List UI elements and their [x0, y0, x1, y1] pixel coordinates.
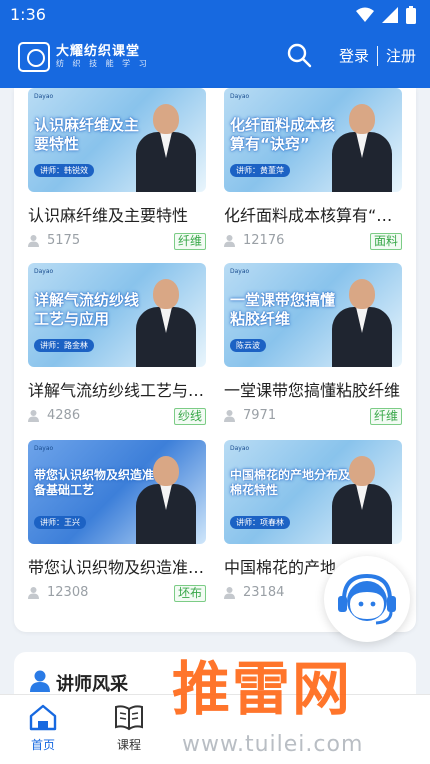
app-header: 大耀纺织课堂 纺 织 技 能 学 习 登录 注册 [0, 30, 430, 88]
user-icon [224, 234, 235, 247]
app-title: 大耀纺织课堂 [56, 44, 141, 60]
app-subtitle: 纺 织 技 能 学 习 [56, 58, 150, 68]
view-count: 4286 [28, 408, 80, 423]
course-thumbnail[interactable]: Dayao 化纤面料成本核算有“诀窍” 讲师：黄董萍 [224, 88, 402, 192]
course-card[interactable]: Dayao 一堂课带您搞懂粘胶纤维 陈云波 一堂课带您搞懂粘胶纤维 7971 纤… [224, 263, 402, 425]
course-title[interactable]: 详解气流纺纱线工艺与应用 [28, 377, 206, 401]
view-count: 7971 [224, 408, 276, 423]
course-card[interactable]: Dayao 详解气流纺纱线工艺与应用 讲师：路金林 详解气流纺纱线工艺与应用 4… [28, 263, 206, 425]
view-count: 23184 [224, 585, 284, 600]
nav-home[interactable]: 首页 [8, 703, 78, 753]
system-icons [356, 6, 416, 24]
thumb-brand: Dayao [230, 445, 250, 452]
lecturer-photo [332, 273, 392, 367]
thumb-brand: Dayao [34, 445, 54, 452]
course-thumbnail[interactable]: Dayao 详解气流纺纱线工艺与应用 讲师：路金林 [28, 263, 206, 367]
thumb-brand: Dayao [230, 268, 250, 275]
thumb-lecturer: 讲师：路金林 [34, 339, 94, 352]
lecturer-photo [136, 98, 196, 192]
status-bar: 1:36 [0, 0, 430, 30]
course-card[interactable]: Dayao 中国棉花的产地分布及棉花特性 讲师：项春林 中国棉花的产地分布及棉花… [224, 440, 402, 600]
course-title[interactable]: 带您认识织物及织造准备基础工艺 [28, 554, 206, 578]
course-thumbnail[interactable]: Dayao 中国棉花的产地分布及棉花特性 讲师：项春林 [224, 440, 402, 544]
lecturer-photo [332, 98, 392, 192]
category-tag: 坯布 [173, 585, 206, 602]
lecturer-icon [30, 670, 50, 692]
view-count: 12308 [28, 585, 88, 600]
home-icon [29, 704, 57, 731]
thumb-title: 认识麻纤维及主要特性 [34, 116, 140, 153]
customer-service-button[interactable] [324, 556, 410, 642]
course-thumbnail[interactable]: Dayao 一堂课带您搞懂粘胶纤维 陈云波 [224, 263, 402, 367]
course-thumbnail[interactable]: Dayao 带您认识织物及织造准备基础工艺 讲师：王兴 [28, 440, 206, 544]
course-title[interactable]: 认识麻纤维及主要特性 [28, 202, 206, 226]
login-button[interactable]: 登录 [339, 45, 369, 66]
lecturer-photo [136, 450, 196, 544]
category-tag: 纤维 [369, 408, 402, 425]
thumb-lecturer: 讲师：王兴 [34, 516, 86, 529]
course-list: Dayao 认识麻纤维及主要特性 讲师：韩锐效 认识麻纤维及主要特性 5175 … [14, 88, 416, 632]
nav-course[interactable]: 课程 [94, 703, 164, 753]
user-icon [28, 234, 39, 247]
lecturer-photo [332, 450, 392, 544]
course-card[interactable]: Dayao 带您认识织物及织造准备基础工艺 讲师：王兴 带您认识织物及织造准备基… [28, 440, 206, 602]
thumb-lecturer: 讲师：项春林 [230, 516, 290, 529]
auth-divider [376, 45, 378, 66]
thumb-brand: Dayao [230, 93, 250, 100]
lecturer-photo [136, 273, 196, 367]
category-tag: 面料 [369, 233, 402, 250]
app-logo: 大耀纺织课堂 纺 织 技 能 学 习 [18, 42, 150, 72]
category-tag: 纱线 [173, 408, 206, 425]
wifi-icon [356, 7, 374, 22]
search-icon[interactable] [286, 42, 312, 68]
thumb-title: 一堂课带您搞懂粘胶纤维 [230, 291, 336, 328]
course-thumbnail[interactable]: Dayao 认识麻纤维及主要特性 讲师：韩锐效 [28, 88, 206, 192]
course-card[interactable]: Dayao 化纤面料成本核算有“诀窍” 讲师：黄董萍 化纤面料成本核算有“诀窍”… [224, 88, 402, 250]
signal-icon [382, 7, 398, 23]
thumb-title: 化纤面料成本核算有“诀窍” [230, 116, 336, 153]
book-icon [115, 705, 143, 731]
user-icon [224, 586, 235, 599]
section-title: 讲师风采 [56, 674, 128, 695]
headset-icon [338, 573, 396, 625]
user-icon [224, 409, 235, 422]
nav-home-label: 首页 [30, 738, 55, 752]
logo-icon [18, 42, 50, 72]
course-card[interactable]: Dayao 认识麻纤维及主要特性 讲师：韩锐效 认识麻纤维及主要特性 5175 … [28, 88, 206, 250]
thumb-brand: Dayao [34, 93, 54, 100]
user-icon [28, 409, 39, 422]
category-tag: 纤维 [173, 233, 206, 250]
view-count: 5175 [28, 233, 80, 248]
battery-icon [406, 6, 416, 24]
register-button[interactable]: 注册 [386, 45, 416, 66]
thumb-brand: Dayao [34, 268, 54, 275]
view-count: 12176 [224, 233, 284, 248]
nav-course-label: 课程 [116, 738, 141, 752]
thumb-lecturer: 讲师：黄董萍 [230, 164, 290, 177]
status-time: 1:36 [10, 5, 46, 24]
thumb-title: 详解气流纺纱线工艺与应用 [34, 291, 140, 328]
thumb-lecturer: 讲师：韩锐效 [34, 164, 94, 177]
bottom-navigation: 首页 课程 [0, 694, 430, 764]
course-title[interactable]: 一堂课带您搞懂粘胶纤维 [224, 377, 402, 401]
course-title[interactable]: 化纤面料成本核算有“诀窍” [224, 202, 402, 226]
user-icon [28, 586, 39, 599]
thumb-lecturer: 陈云波 [230, 339, 266, 352]
